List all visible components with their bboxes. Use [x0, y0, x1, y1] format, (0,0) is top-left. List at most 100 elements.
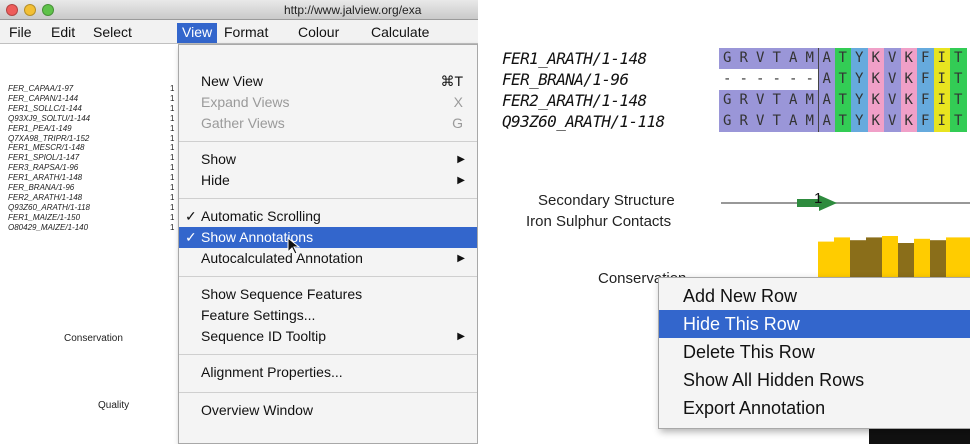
- sequence-start: 1: [170, 163, 175, 173]
- sequence-id[interactable]: FER3_RAPSA/1-96: [8, 163, 90, 173]
- sequence-id[interactable]: FER_CAPAA/1-97: [8, 84, 90, 94]
- residue-cell: T: [834, 69, 851, 90]
- residue-cell: G: [719, 90, 736, 111]
- sequence-id[interactable]: FER1_PEA/1-149: [8, 124, 90, 134]
- menu-item-label: Autocalculated Annotation: [201, 250, 363, 266]
- menu-view[interactable]: View: [177, 23, 218, 43]
- menu-item-label: Hide: [201, 172, 230, 188]
- sequence-id[interactable]: FER2_ARATH/1-148: [8, 193, 90, 203]
- sequence-start: 1: [170, 202, 175, 212]
- menu-select[interactable]: Select: [88, 23, 137, 43]
- view-menu-dropdown: New View ⌘T Expand Views X Gather Views G Show…: [178, 44, 478, 444]
- right-sequence-id[interactable]: FER2_ARATH/1-148: [502, 91, 647, 110]
- menu-colour[interactable]: Colour: [293, 23, 344, 43]
- residue-cell: T: [834, 111, 851, 132]
- menu-item-overview-window[interactable]: Overview Window: [179, 400, 477, 421]
- menu-edit[interactable]: Edit: [46, 23, 80, 43]
- right-sequence-id[interactable]: Q93Z60_ARATH/1-118: [502, 112, 665, 131]
- window-title-url: http://www.jalview.org/exa: [284, 3, 422, 17]
- sequence-id[interactable]: Q93Z60_ARATH/1-118: [8, 203, 90, 213]
- title-bar: http://www.jalview.org/exa: [0, 0, 478, 20]
- menu-item-show-annotations[interactable]: ✓ Show Annotations: [179, 227, 477, 248]
- conservation-bar: [930, 240, 946, 278]
- right-sequence-row[interactable]: GRVTAMATYKVKFIT: [719, 90, 967, 111]
- right-sequence-row[interactable]: ------ATYKVKFIT: [719, 69, 967, 90]
- sequence-id[interactable]: O80429_MAIZE/1-140: [8, 223, 90, 233]
- context-item-export-annotation[interactable]: Export Annotation: [659, 394, 970, 422]
- right-sequence-row[interactable]: GRVTAMATYKVKFIT: [719, 48, 967, 69]
- residue-cell: M: [801, 90, 818, 111]
- jalview-window: http://www.jalview.org/exa File Edit Sel…: [0, 0, 478, 444]
- sequence-id[interactable]: FER_BRANA/1-96: [8, 183, 90, 193]
- sequence-start: 1: [170, 133, 175, 143]
- residue-cell: M: [801, 111, 818, 132]
- menu-item-feature-settings[interactable]: Feature Settings...: [179, 305, 477, 326]
- sequence-id[interactable]: FER1_SPIOL/1-147: [8, 153, 90, 163]
- residue-cell: A: [818, 90, 835, 111]
- right-sequence-id[interactable]: FER1_ARATH/1-148: [502, 49, 647, 68]
- context-item-delete-this-row[interactable]: Delete This Row: [659, 338, 970, 366]
- menu-bar: File Edit Select View Format Colour Calc…: [0, 20, 478, 44]
- menu-item-new-view[interactable]: New View ⌘T: [179, 71, 477, 92]
- context-item-add-new-row[interactable]: Add New Row: [659, 282, 970, 310]
- residue-cell: -: [805, 71, 814, 87]
- right-sequence-id[interactable]: FER_BRANA/1-96: [502, 70, 629, 89]
- sequence-id[interactable]: FER1_SOLLC/1-144: [8, 104, 90, 114]
- annotation-view-panel: FER1_ARATH/1-148 G R V T A M A T Y K V K F I T FER_BRANA…: [498, 0, 970, 444]
- residue-cell: A: [818, 69, 835, 90]
- menu-item-label: Expand Views: [201, 94, 290, 110]
- menu-separator: [179, 141, 477, 142]
- residue-cell: V: [752, 48, 769, 69]
- menu-file[interactable]: File: [4, 23, 37, 43]
- residue-cell: V: [884, 90, 901, 111]
- sequence-start: 1: [170, 183, 175, 193]
- menu-item-label: Automatic Scrolling: [201, 208, 321, 224]
- menu-item-autocalculated-annotation[interactable]: Autocalculated Annotation ▶: [179, 248, 477, 269]
- residue-cell: R: [735, 111, 752, 132]
- residue-cell: K: [867, 90, 884, 111]
- secondary-structure-label[interactable]: Secondary Structure: [538, 192, 675, 209]
- iron-sulphur-contacts-label[interactable]: Iron Sulphur Contacts: [526, 213, 671, 230]
- residue-cell: K: [867, 111, 884, 132]
- right-sequence-row[interactable]: GRVTAMATYKVKFIT: [719, 111, 967, 132]
- menu-item-hide[interactable]: Hide ▶: [179, 170, 477, 191]
- menu-item-label: Show: [201, 151, 237, 167]
- menu-item-sequence-id-tooltip[interactable]: Sequence ID Tooltip ▶: [179, 326, 477, 347]
- menu-item-show-sequence-features[interactable]: Show Sequence Features: [179, 284, 477, 305]
- residue-cell: Y: [851, 90, 868, 111]
- zoom-window-button[interactable]: [42, 4, 54, 16]
- submenu-arrow-icon: ▶: [457, 253, 465, 264]
- residue-cell: A: [785, 111, 802, 132]
- residue-cell: I: [933, 90, 950, 111]
- context-item-show-all-hidden-rows[interactable]: Show All Hidden Rows: [659, 366, 970, 394]
- sequence-id[interactable]: FER1_MAIZE/1-150: [8, 213, 90, 223]
- structure-marker: 1: [814, 190, 823, 207]
- sequence-id[interactable]: Q93XJ9_SOLTU/1-144: [8, 114, 90, 124]
- menu-item-label: Sequence ID Tooltip: [201, 328, 327, 344]
- sequence-id[interactable]: FER_CAPAN/1-144: [8, 94, 90, 104]
- residue-cell: T: [950, 111, 967, 132]
- residue-cell: F: [917, 90, 934, 111]
- menu-item-label: Alignment Properties...: [201, 364, 343, 380]
- menu-item-alignment-properties[interactable]: Alignment Properties...: [179, 362, 477, 383]
- menu-separator: [179, 198, 477, 199]
- context-item-hide-this-row[interactable]: Hide This Row: [659, 310, 970, 338]
- residue-cell: T: [768, 111, 785, 132]
- sequence-id[interactable]: Q7XA98_TRIPR/1-152: [8, 134, 90, 144]
- close-window-button[interactable]: [6, 4, 18, 16]
- residue-cell: V: [884, 69, 901, 90]
- menu-item-show[interactable]: Show ▶: [179, 149, 477, 170]
- sequence-id[interactable]: FER1_ARATH/1-148: [8, 173, 90, 183]
- residue-cell: T: [768, 90, 785, 111]
- menu-format[interactable]: Format: [219, 23, 273, 43]
- menu-item-automatic-scrolling[interactable]: ✓ Automatic Scrolling: [179, 206, 477, 227]
- sequence-id[interactable]: FER1_MESCR/1-148: [8, 143, 90, 153]
- residue-cell: I: [933, 111, 950, 132]
- menu-calculate[interactable]: Calculate: [366, 23, 434, 43]
- residue-cell: T: [834, 48, 851, 69]
- minimize-window-button[interactable]: [24, 4, 36, 16]
- checkmark-icon: ✓: [185, 229, 197, 245]
- menu-item-label: New View: [201, 73, 263, 89]
- menu-item-label: Overview Window: [201, 402, 314, 418]
- sequence-start-positions: 111111111111111: [170, 84, 174, 233]
